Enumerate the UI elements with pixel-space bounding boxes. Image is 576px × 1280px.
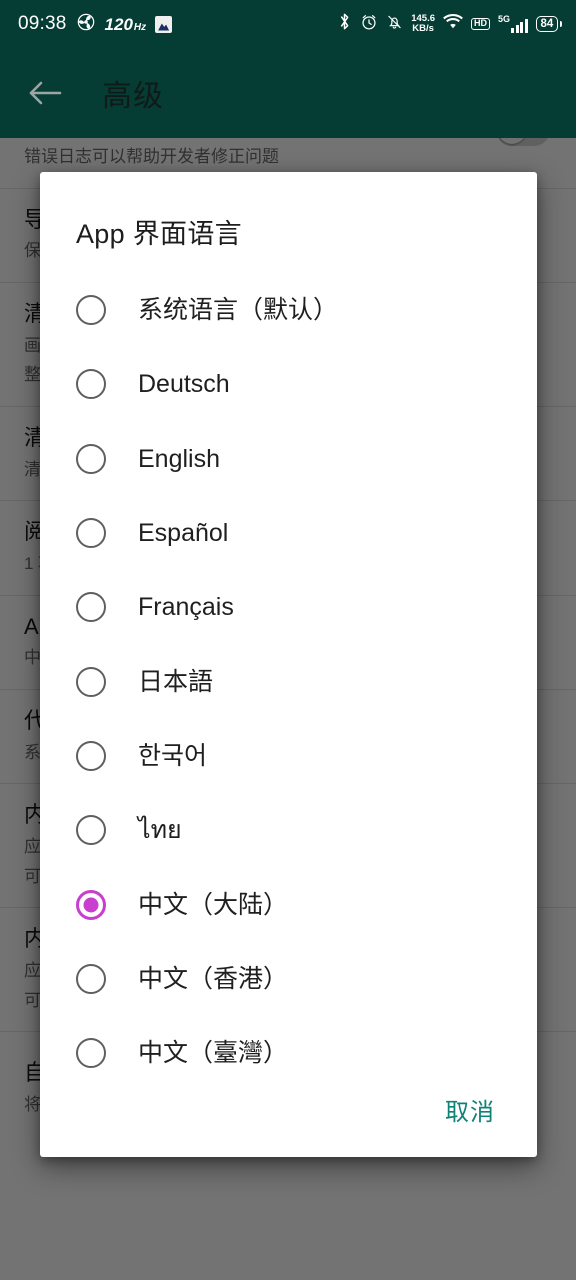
network-speed-unit: KB/s: [412, 23, 434, 34]
dialog-title: App 界面语言: [76, 219, 242, 249]
language-option-label: ไทย: [138, 816, 182, 845]
radio-button-icon[interactable]: [76, 592, 106, 623]
language-option-francais[interactable]: Français: [40, 570, 537, 644]
radio-button-icon[interactable]: [76, 518, 106, 549]
battery-indicator: 84: [535, 15, 562, 33]
back-button[interactable]: [14, 62, 76, 124]
language-option-label: English: [138, 444, 220, 473]
bluetooth-icon: [337, 12, 352, 36]
cellular-indicator: 5G: [498, 15, 528, 33]
back-arrow-icon: [27, 78, 63, 108]
language-option-list: 系统语言（默认） Deutsch English Español Françai…: [40, 273, 537, 1090]
language-option-deutsch[interactable]: Deutsch: [40, 347, 537, 421]
language-option-label: 한국어: [138, 741, 208, 770]
cancel-button[interactable]: 取消: [431, 1082, 509, 1137]
language-option-label: 中文（香港）: [138, 964, 289, 993]
bell-muted-icon: [386, 13, 403, 36]
language-option-system[interactable]: 系统语言（默认）: [40, 273, 537, 347]
language-option-label: Español: [138, 519, 229, 548]
language-option-label: Français: [138, 593, 234, 622]
phone-screen: 09:38 120 Hz 145.6 KB/s HD 5G 84 高级 App …: [0, 0, 576, 1280]
status-bar: 09:38 120 Hz 145.6 KB/s HD 5G 84: [0, 0, 576, 48]
radio-button-icon[interactable]: [76, 666, 106, 697]
language-option-chinese-hongkong[interactable]: 中文（香港）: [40, 942, 537, 1016]
app-toolbar: 高级: [0, 48, 576, 138]
language-option-thai[interactable]: ไทย: [40, 793, 537, 867]
language-option-chinese-mainland[interactable]: 中文（大陆）: [40, 867, 537, 941]
radio-button-icon[interactable]: [76, 369, 106, 400]
refresh-rate-indicator: 120 Hz: [105, 16, 147, 33]
network-type-label: 5G: [498, 14, 511, 24]
language-option-label: 日本語: [138, 667, 214, 696]
fan-icon: [76, 12, 96, 37]
language-option-label: 系统语言（默认）: [138, 296, 339, 325]
radio-button-icon[interactable]: [76, 963, 106, 994]
language-option-korean[interactable]: 한국어: [40, 719, 537, 793]
radio-button-icon[interactable]: [76, 815, 106, 846]
radio-button-icon[interactable]: [76, 443, 106, 474]
signal-bars-icon: [511, 18, 528, 33]
language-option-label: Deutsch: [138, 370, 230, 399]
radio-button-icon[interactable]: [76, 740, 106, 771]
page-title: 高级: [102, 80, 164, 113]
gallery-app-icon: [155, 15, 173, 33]
status-clock: 09:38: [18, 13, 67, 34]
network-speed-indicator: 145.6 KB/s: [411, 14, 435, 33]
wifi-icon: [443, 13, 463, 35]
status-bar-left: 09:38 120 Hz: [18, 12, 173, 37]
refresh-rate-value: 120: [104, 14, 133, 34]
alarm-clock-icon: [360, 13, 378, 36]
refresh-rate-unit: Hz: [133, 21, 147, 33]
language-option-english[interactable]: English: [40, 422, 537, 496]
language-dialog: App 界面语言 系统语言（默认） Deutsch English Españo…: [40, 172, 537, 1157]
radio-button-icon[interactable]: [76, 295, 106, 326]
battery-level-label: 84: [535, 15, 559, 33]
status-bar-right: 145.6 KB/s HD 5G 84: [337, 12, 562, 36]
language-option-japanese[interactable]: 日本語: [40, 644, 537, 718]
language-option-espanol[interactable]: Español: [40, 496, 537, 570]
battery-cap: [559, 21, 562, 27]
hd-badge: HD: [471, 17, 490, 31]
dialog-actions: 取消: [40, 1061, 537, 1157]
language-option-label: 中文（大陆）: [138, 890, 289, 919]
radio-button-icon-selected[interactable]: [76, 889, 106, 920]
